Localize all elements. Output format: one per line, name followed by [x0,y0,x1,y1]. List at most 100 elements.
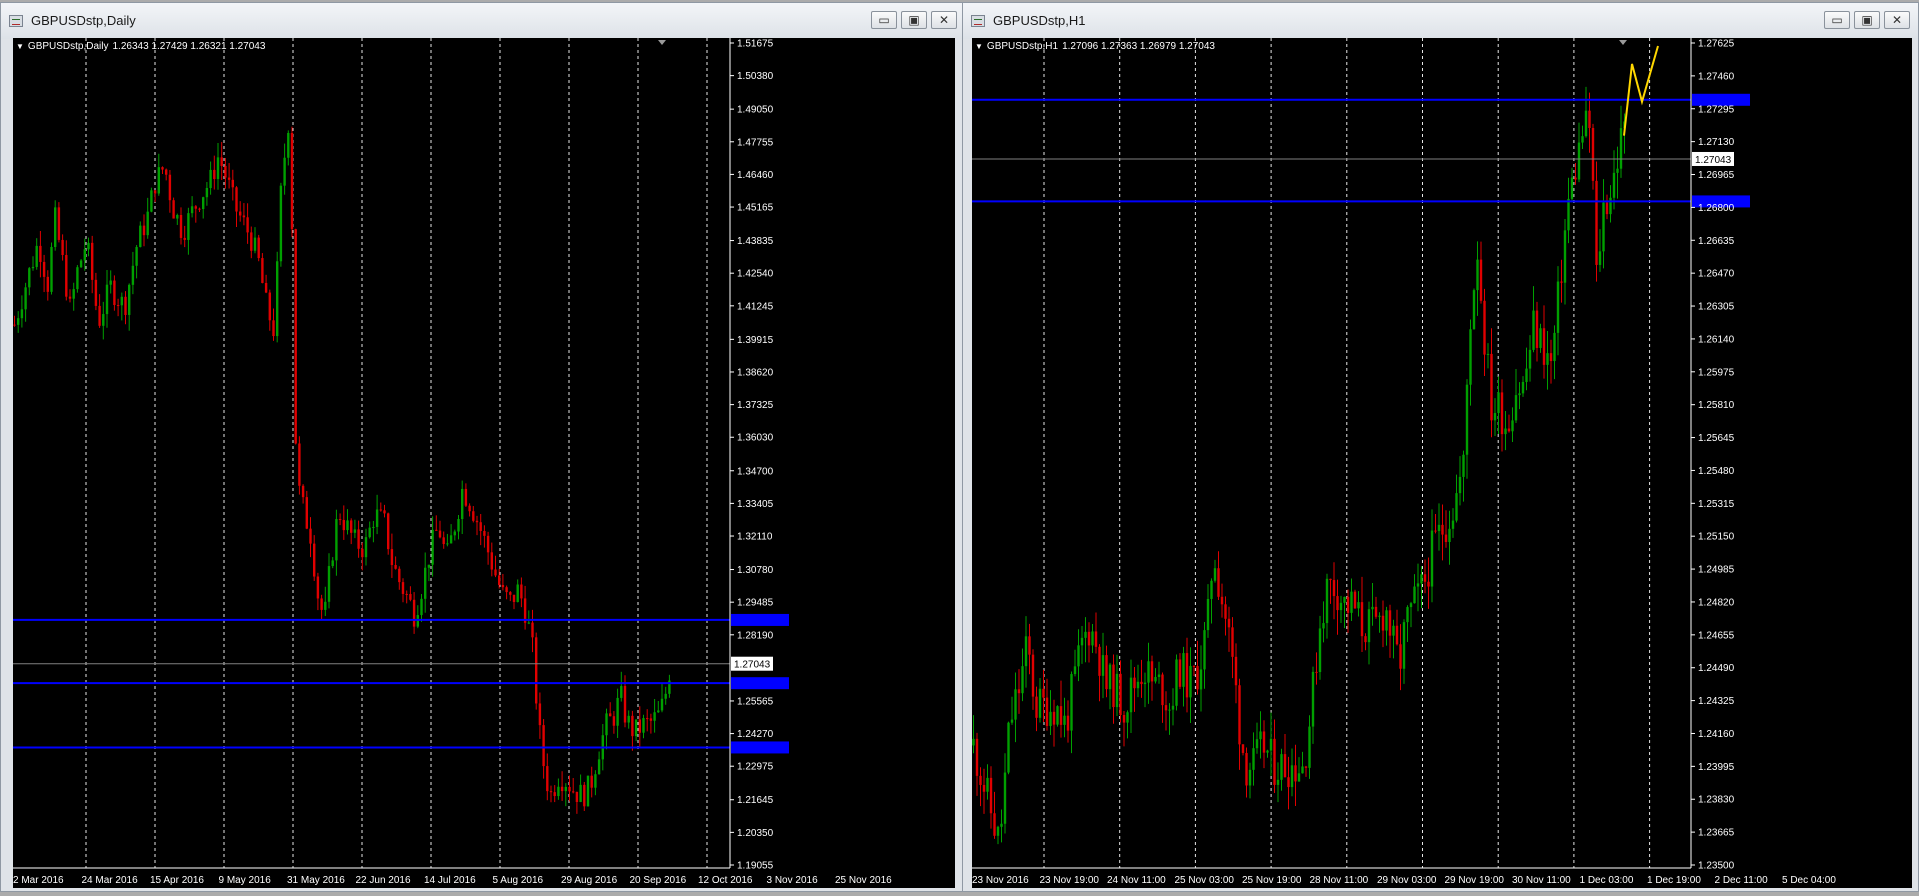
bear-candle [1560,281,1563,283]
bull-candle [1318,628,1322,673]
bull-candle [1357,602,1360,609]
current-price-label: 1.27043 [1695,155,1732,166]
bull-candle [461,488,464,520]
bear-candle [505,587,508,593]
bear-candle [1427,581,1430,587]
bear-candle [468,505,471,512]
y-tick-label: 1.26635 [1698,236,1735,247]
y-tick-label: 1.24820 [1698,597,1735,608]
y-tick-label: 1.22975 [737,762,774,773]
bull-candle [1213,568,1217,581]
chart-symbol: GBPUSDstp,Daily [27,41,109,52]
bull-candle [1409,603,1413,608]
bull-candle [1511,420,1514,432]
bull-candle [1168,709,1171,711]
chart-header: ▼ GBPUSDstp,Daily 1.26343 1.27429 1.2632… [16,41,265,52]
bull-candle [1514,395,1518,421]
bull-candle [50,246,53,292]
minimize-button[interactable]: ▭ [1824,11,1850,29]
bull-candle [446,543,449,545]
bear-candle [638,719,641,733]
bear-candle [213,169,216,180]
x-tick-label: 25 Nov 19:00 [1242,875,1302,886]
dropdown-triangle-icon[interactable]: ▼ [16,42,24,51]
bear-candle [387,513,390,550]
chart-canvas[interactable]: ▼ GBPUSDstp,Daily 1.26343 1.27429 1.2632… [13,38,955,888]
bull-candle [1084,631,1087,638]
bull-candle [1525,368,1528,382]
bull-candle [1521,381,1525,394]
x-tick-label: 22 Jun 2016 [356,875,411,886]
chart-canvas[interactable]: ▼ GBPUSDstp,H1 1.27096 1.27363 1.26979 1… [972,38,1912,888]
bear-candle [1434,530,1437,532]
bull-candle [420,598,423,616]
restore-button[interactable]: ▣ [901,11,927,29]
dropdown-triangle-icon[interactable]: ▼ [975,42,983,51]
bear-candle [1045,697,1049,726]
y-tick-label: 1.45165 [737,203,774,214]
bull-candle [1465,384,1469,455]
bull-candle [1269,738,1273,751]
bull-candle [1129,677,1133,713]
bear-candle [1245,752,1248,786]
bear-candle [438,530,442,538]
bull-candle [1469,329,1472,385]
bear-candle [535,637,538,704]
bull-candle [1024,636,1028,667]
bull-candle [209,169,212,189]
bear-candle [46,276,49,292]
bull-candle [1546,353,1549,365]
chart-window-h1[interactable]: GBPUSDstp,H1 ▭ ▣ ✕ ▼ GBPUSDstp,H1 1.2709… [962,2,1919,892]
bear-candle [301,485,305,498]
restore-button[interactable]: ▣ [1854,11,1880,29]
level-price-marker [731,677,789,690]
bear-candle [572,791,575,793]
bear-candle [1423,574,1427,582]
bear-candle [1224,604,1227,619]
close-button[interactable]: ✕ [1884,11,1910,29]
bull-candle [346,520,349,531]
bull-candle [1325,578,1329,624]
y-tick-label: 1.50380 [737,71,774,82]
bear-candle [442,537,445,545]
y-tick-label: 1.24270 [737,729,774,740]
bear-candle [486,535,490,553]
level-price-marker [731,741,789,754]
bear-candle [198,208,201,210]
bull-candle [1021,666,1024,694]
y-tick-label: 1.26470 [1698,269,1735,280]
bull-candle [1612,172,1616,198]
close-button[interactable]: ✕ [931,11,957,29]
window-titlebar[interactable]: GBPUSDstp,Daily ▭ ▣ ✕ [1,3,965,39]
bear-candle [1133,677,1136,689]
level-price-marker [731,613,789,626]
window-title: GBPUSDstp,Daily [31,13,136,28]
y-tick-label: 1.25565 [737,696,774,707]
bull-candle [657,710,660,713]
bull-candle [1493,413,1497,421]
bull-candle [1266,750,1269,753]
chart-window-daily[interactable]: GBPUSDstp,Daily ▭ ▣ ✕ ▼ GBPUSDstp,Daily … [0,2,966,892]
bull-candle [190,206,194,214]
y-tick-label: 1.42540 [737,269,774,280]
bull-candle [372,526,375,528]
bear-candle [57,207,61,240]
bear-candle [342,520,345,531]
bull-candle [1091,631,1094,646]
bear-candle [268,292,271,321]
y-tick-label: 1.24655 [1698,630,1735,641]
bear-candle [98,305,101,326]
y-tick-label: 1.47755 [737,137,774,148]
bull-candle [20,309,24,319]
y-tick-label: 1.24985 [1698,565,1735,576]
bear-candle [1273,738,1276,785]
minimize-button[interactable]: ▭ [871,11,897,29]
bear-candle [1542,328,1546,365]
bear-candle [568,786,571,792]
bear-candle [1304,766,1308,768]
bear-candle [231,179,234,188]
bear-candle [546,766,549,792]
window-titlebar[interactable]: GBPUSDstp,H1 ▭ ▣ ✕ [963,3,1918,39]
bull-candle [1402,622,1406,669]
bull-candle [1014,689,1017,720]
